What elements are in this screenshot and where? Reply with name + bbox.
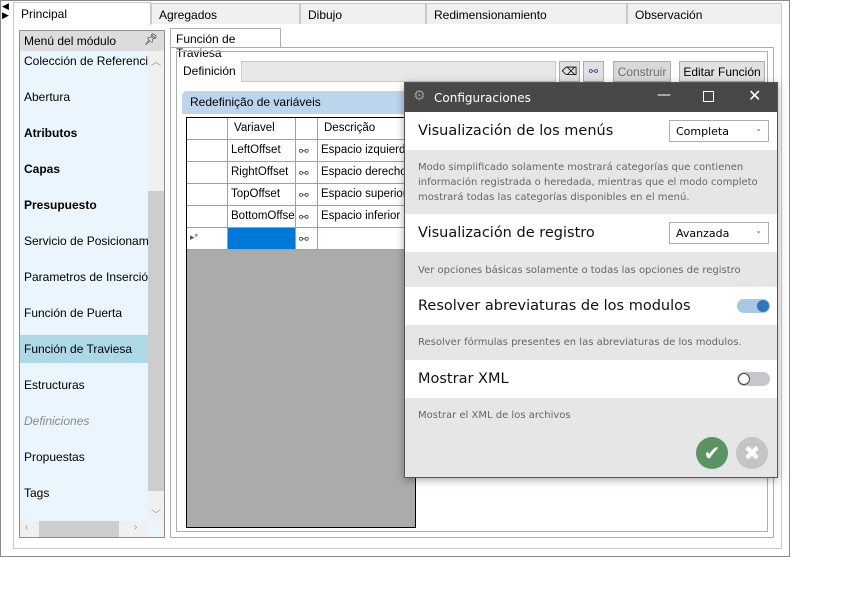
variable-cell[interactable]: LeftOffset	[228, 140, 296, 162]
description-cell[interactable]: Espacio derecho de	[318, 162, 418, 184]
tab-label: Dibujo	[308, 8, 343, 22]
variable-cell[interactable]: BottomOffset	[228, 206, 296, 228]
tab-label: Principal	[21, 7, 68, 21]
row-header[interactable]	[187, 140, 228, 162]
sidebar-item[interactable]: Abertura	[20, 83, 148, 111]
variable-cell[interactable]	[228, 228, 296, 250]
chevron-down-icon: ⌄	[755, 124, 762, 133]
sidebar-item[interactable]: Capas	[20, 155, 148, 183]
sidebar-item[interactable]: Función de Traviesa	[20, 335, 148, 363]
resolve-row: Resolver abreviaturas de los modulos	[405, 287, 777, 325]
menu-view-value: Completa	[676, 125, 729, 138]
xml-row: Mostrar XML	[405, 360, 777, 398]
column-header-icon	[296, 118, 318, 140]
description-cell[interactable]	[318, 228, 418, 250]
collapse-arrows-icon[interactable]: ◀ ▶	[2, 2, 9, 20]
variables-grid: Variavel Descrição LeftOffset ⚯ Espacio iz…	[186, 117, 418, 528]
corner-cell	[187, 118, 228, 140]
close-button[interactable]: ✕	[748, 86, 761, 105]
minimize-button[interactable]: —	[657, 87, 671, 103]
description-cell[interactable]: Espacio inferior de	[318, 206, 418, 228]
sidebar-item[interactable]: Función de Puerta	[20, 299, 148, 327]
log-view-select[interactable]: Avanzada ⌄	[669, 222, 769, 244]
toggle-knob	[738, 373, 750, 385]
binoculars-icon[interactable]: ⚯	[296, 162, 318, 184]
xml-desc: Mostrar el XML de los archivos	[418, 410, 571, 421]
log-view-label: Visualización de registro	[418, 225, 595, 241]
group-header: Redefinição de variáveis	[182, 91, 412, 114]
tab-label: Agregados	[159, 8, 218, 22]
resolve-label: Resolver abreviaturas de los modulos	[418, 298, 691, 314]
log-view-row: Visualización de registro Avanzada ⌄	[405, 214, 777, 252]
accept-button[interactable]: ✔	[696, 437, 728, 469]
scrollbar-thumb[interactable]	[148, 191, 164, 491]
tab-principal[interactable]: Principal	[13, 2, 151, 25]
module-menu: Menú del módulo 📌︎ Colección de Referenci…	[19, 30, 165, 538]
gears-icon: ⚙	[413, 88, 426, 104]
binoculars-icon[interactable]: ⚯	[296, 206, 318, 228]
menu-view-label: Visualización de los menús	[418, 123, 614, 139]
pin-icon[interactable]: 📌︎	[144, 33, 158, 46]
row-header[interactable]: ▸*	[187, 228, 228, 250]
column-header-descricao[interactable]: Descrição	[318, 118, 418, 140]
variable-cell[interactable]: TopOffset	[228, 184, 296, 206]
maximize-button[interactable]	[703, 91, 714, 102]
horizontal-scrollbar-thumb[interactable]	[39, 521, 119, 537]
tab-agregados[interactable]: Agregados	[151, 3, 300, 24]
resolve-desc: Resolver fórmulas presentes en las abrev…	[418, 337, 742, 348]
xml-toggle[interactable]	[737, 372, 770, 386]
module-menu-title: Menú del módulo	[24, 34, 117, 48]
sidebar-item[interactable]: Propuestas	[20, 443, 148, 471]
row-header[interactable]	[187, 206, 228, 228]
tab-label: Observación	[635, 8, 703, 22]
resolve-toggle[interactable]	[737, 299, 770, 313]
description-cell[interactable]: Espacio izquierdo	[318, 140, 418, 162]
tab-redimensionamiento[interactable]: Redimensionamiento	[426, 3, 627, 24]
x-icon: ✖	[743, 441, 761, 465]
sidebar-item[interactable]: Atributos	[20, 119, 148, 147]
sidebar-item[interactable]: Tags	[20, 479, 148, 507]
settings-dialog: ⚙ Configuraciones — ✕ Visualización de l…	[404, 82, 778, 478]
binoculars-icon[interactable]: ⚯	[296, 228, 318, 250]
binoculars-icon[interactable]: ⚯	[296, 140, 318, 162]
dialog-titlebar: ⚙ Configuraciones — ✕	[405, 83, 777, 112]
cancel-button[interactable]: ✖	[736, 437, 768, 469]
sidebar-item[interactable]: Parametros de Inserción	[20, 263, 148, 291]
tab-observacion[interactable]: Observación	[627, 3, 782, 24]
build-button[interactable]: Construir	[613, 61, 671, 82]
sidebar-item[interactable]: Definiciones	[20, 407, 148, 435]
tab-label: Redimensionamiento	[434, 8, 547, 22]
definition-input[interactable]	[241, 61, 556, 82]
menu-view-desc: Modo simplificado solamente mostrará cat…	[418, 162, 758, 203]
description-cell[interactable]: Espacio superior de	[318, 184, 418, 206]
module-menu-header: Menú del módulo 📌︎	[20, 31, 164, 51]
toggle-knob	[757, 300, 769, 312]
binoculars-icon[interactable]: ⚯	[296, 184, 318, 206]
binoculars-icon[interactable]: ⚯	[583, 61, 604, 82]
row-header[interactable]	[187, 184, 228, 206]
log-view-value: Avanzada	[676, 227, 730, 240]
check-icon: ✔	[703, 441, 721, 465]
tab-funcion-traviesa[interactable]: Función de Traviesa	[170, 28, 281, 60]
xml-label: Mostrar XML	[418, 371, 509, 387]
eraser-icon[interactable]: ⌫	[559, 61, 580, 82]
sidebar-item[interactable]: Colección de Referencias	[20, 51, 148, 79]
menu-view-row: Visualización de los menús Completa ⌄	[405, 112, 777, 150]
sidebar-item[interactable]: Estructuras	[20, 371, 148, 399]
menu-view-select[interactable]: Completa ⌄	[669, 120, 769, 142]
definition-label: Definición	[183, 64, 236, 78]
row-header[interactable]	[187, 162, 228, 184]
column-header-variavel[interactable]: Variavel	[228, 118, 296, 140]
edit-function-button[interactable]: Editar Función	[679, 61, 765, 82]
sidebar-item[interactable]: Servicio de Posicionamiento	[20, 227, 148, 255]
log-view-desc: Ver opciones básicas solamente o todas l…	[418, 265, 741, 276]
sidebar-item[interactable]: Presupuesto	[20, 191, 148, 219]
tab-dibujo[interactable]: Dibujo	[300, 3, 426, 24]
chevron-down-icon: ⌄	[755, 226, 762, 235]
dialog-title: Configuraciones	[434, 91, 531, 105]
variable-cell[interactable]: RightOffset	[228, 162, 296, 184]
